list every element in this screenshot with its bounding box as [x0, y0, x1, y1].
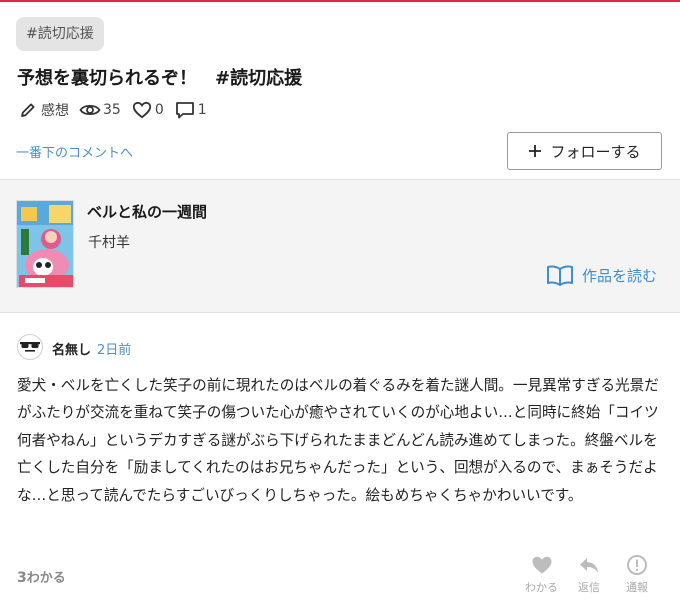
comment-body: 愛犬・ベルを亡くした笑子の前に現れたのはベルの着ぐるみを着た謎人間。一見異常すぎ… [17, 377, 659, 504]
likes-count: 0 [154, 102, 164, 118]
reply-button[interactable]: 返信 [578, 554, 600, 595]
likes-item[interactable]: 0 [131, 99, 164, 121]
read-work-label: 作品を読む [582, 266, 658, 285]
jump-to-bottom-link[interactable]: 一番下のコメントへ [16, 142, 133, 161]
comment-icon [174, 99, 196, 121]
report-label: 通報 [626, 581, 648, 594]
report-button[interactable]: 通報 [626, 554, 648, 595]
book-cover-image[interactable] [16, 200, 74, 288]
wakaru-count-suffix: わかる [26, 571, 66, 586]
warning-circle-icon [626, 554, 648, 576]
post-header: #読切応援 予想を裏切られるぞ！ #読切応援 感想 35 0 1 一番下のコメン… [0, 2, 680, 180]
comment-user-name[interactable]: 名無し [52, 339, 91, 358]
tag-chip[interactable]: #読切応援 [16, 17, 104, 51]
avatar[interactable] [17, 334, 43, 360]
eye-icon [79, 99, 101, 121]
follow-label: フォローする [550, 142, 641, 161]
heart-icon [131, 99, 153, 121]
pencil-icon [17, 99, 39, 121]
comment-card: 名無し 2日前 愛犬・ベルを亡くした笑子の前に現れたのはベルの着ぐるみを着た謎人… [0, 313, 680, 606]
wakaru-count[interactable]: 3わかる [17, 567, 66, 586]
wakaru-button[interactable]: わかる [525, 554, 558, 595]
book-open-icon [546, 264, 574, 286]
comment-time[interactable]: 2日前 [97, 339, 131, 358]
comments-item: 1 [174, 99, 207, 121]
read-work-link[interactable]: 作品を読む [546, 264, 657, 286]
comments-count: 1 [197, 102, 207, 118]
reply-arrow-icon [578, 554, 600, 576]
reply-label: 返信 [578, 581, 600, 594]
sunglasses-avatar-icon [19, 338, 41, 357]
book-card[interactable]: ベルと私の一週間 千村羊 作品を読む [0, 179, 680, 313]
views-count: 35 [103, 102, 121, 118]
book-title[interactable]: ベルと私の一週間 [87, 201, 207, 222]
wakaru-label: わかる [525, 581, 558, 594]
post-title: 予想を裏切られるぞ！ #読切応援 [17, 68, 303, 89]
category-label: 感想 [41, 103, 69, 119]
post-meta: 感想 35 0 1 [17, 99, 217, 121]
book-author[interactable]: 千村羊 [88, 232, 130, 252]
follow-button[interactable]: フォローする [507, 132, 662, 170]
plus-icon [528, 141, 542, 161]
heart-filled-icon [531, 554, 553, 576]
category-item: 感想 [17, 99, 69, 121]
wakaru-count-number: 3 [17, 570, 27, 586]
views-item: 35 [79, 99, 121, 121]
